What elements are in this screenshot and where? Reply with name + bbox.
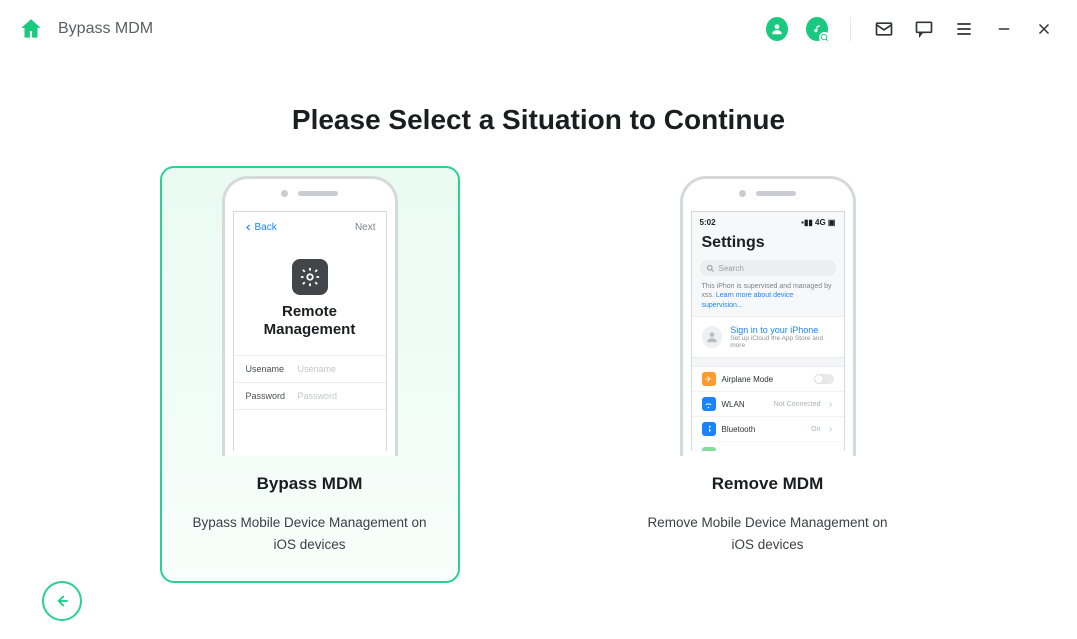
bypass-card-desc: Bypass Mobile Device Management on iOS d… [185, 512, 435, 555]
airplane-row: ✈ Airplane Mode [692, 367, 844, 391]
password-field: Password Password [234, 382, 386, 409]
bluetooth-row: Bluetooth On [692, 416, 844, 441]
gear-icon [292, 259, 328, 295]
back-button[interactable] [42, 581, 82, 621]
username-field: Usename Usename [234, 355, 386, 382]
bypass-phone-mock: Back Next Remote Management Usename Usen… [222, 176, 398, 456]
phone-back-label: Back [244, 222, 277, 233]
remove-card-desc: Remove Mobile Device Management on iOS d… [643, 512, 893, 555]
situation-cards: Back Next Remote Management Usename Usen… [0, 166, 1077, 583]
phone-next-label: Next [355, 222, 376, 233]
remove-card-title: Remove MDM [712, 474, 823, 494]
toggle-off-icon [814, 374, 834, 384]
remote-management-heading: Remote Management [234, 303, 386, 339]
titlebar-right [766, 17, 1055, 41]
page-title: Please Select a Situation to Continue [0, 104, 1077, 136]
minimize-icon[interactable] [993, 18, 1015, 40]
separator [850, 17, 851, 41]
cellular-row: Cellular [692, 441, 844, 451]
airplane-icon: ✈ [702, 372, 716, 386]
wifi-icon [702, 397, 716, 411]
titlebar-left: Bypass MDM [18, 16, 153, 42]
bypass-mdm-card[interactable]: Back Next Remote Management Usename Usen… [160, 166, 460, 583]
bypass-card-title: Bypass MDM [257, 474, 363, 494]
close-icon[interactable] [1033, 18, 1055, 40]
avatar-icon [702, 326, 723, 348]
supervised-note: This iPhon is supervised and managed by … [692, 282, 844, 316]
menu-icon[interactable] [953, 18, 975, 40]
cellular-icon [702, 447, 716, 451]
settings-search: Search [700, 260, 836, 276]
signin-row: Sign in to your iPhone Set up iCloud the… [692, 317, 844, 357]
chevron-right-icon [827, 426, 834, 433]
remove-phone-mock: 5:02 ▪▮▮ 4G ▣ Settings Search This iPhon… [680, 176, 856, 456]
phone-status-bar: 5:02 ▪▮▮ 4G ▣ [692, 212, 844, 230]
app-title: Bypass MDM [58, 20, 153, 38]
remove-mdm-card[interactable]: 5:02 ▪▮▮ 4G ▣ Settings Search This iPhon… [618, 166, 918, 583]
settings-heading: Settings [692, 230, 844, 258]
mail-icon[interactable] [873, 18, 895, 40]
chevron-right-icon [827, 401, 834, 408]
wlan-row: WLAN Not Connected [692, 391, 844, 416]
user-icon[interactable] [766, 18, 788, 40]
feedback-icon[interactable] [913, 18, 935, 40]
titlebar: Bypass MDM [0, 0, 1077, 58]
music-search-icon[interactable] [806, 18, 828, 40]
bluetooth-icon [702, 422, 716, 436]
home-icon[interactable] [18, 16, 44, 42]
